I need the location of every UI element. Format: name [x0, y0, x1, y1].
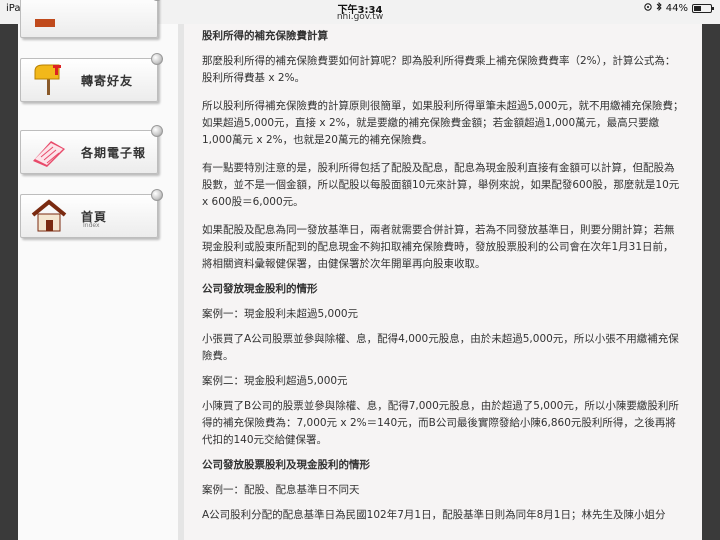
bluetooth-icon [656, 1, 662, 14]
sidebar-item-newsletters[interactable]: 各期電子報 [20, 125, 163, 174]
case-heading-3: 案例一：配股、配息基準日不同天 [202, 484, 360, 496]
newsletter-icon [29, 135, 69, 169]
status-right: 44% [644, 1, 714, 14]
subheading-stock-and-cash: 公司發放股票股利及現金股利的情形 [202, 459, 370, 471]
mailbox-icon [29, 63, 69, 97]
partial-icon [29, 0, 69, 33]
case-text-1: 小張買了A公司股票並參與除權、息，配得4,000元股息，由於未超過5,000元，… [202, 333, 679, 362]
case-heading-1: 案例一：現金股利未超過5,000元 [202, 308, 359, 320]
subheading-cash-dividend: 公司發放現金股利的情形 [202, 283, 318, 295]
section-title: 股利所得的補充保險費計算 [202, 30, 328, 42]
case-text-3: A公司股利分配的配息基準日為民國102年7月1日，配股基準日則為同年8月1日；林… [202, 509, 666, 521]
paragraph-1: 那麼股利所得的補充保險費要如何計算呢？即為股利所得費乘上補充保險費費率（2%），… [202, 55, 676, 84]
case-text-2: 小陳買了B公司的股票並參與除權、息，配得7,000元股息，由於超過了5,000元… [202, 400, 679, 446]
battery-icon [692, 3, 714, 13]
sidebar: 轉寄好友 各期電子報 首頁 Index [18, 0, 178, 540]
web-page: 轉寄好友 各期電子報 首頁 Index 股利所得的補充保險費計算 那麼股利所得的… [18, 0, 702, 540]
right-margin [702, 24, 720, 540]
home-icon [29, 199, 69, 233]
sidebar-item-top-partial[interactable] [20, 0, 163, 38]
location-icon [644, 2, 652, 14]
sidebar-item-sublabel: Index [83, 222, 100, 229]
paragraph-4: 如果配股及配息為同一發放基準日，兩者就需要合併計算，若為不同發放基準日，則要分開… [202, 224, 675, 270]
sidebar-item-label: 各期電子報 [81, 146, 147, 160]
battery-fill [694, 5, 702, 11]
sidebar-item-home[interactable]: 首頁 Index [20, 189, 163, 238]
paragraph-2: 所以股利所得補充保險費的計算原則很簡單，如果股利所得單筆未超過5,000元，就不… [202, 100, 684, 146]
pin-icon [151, 53, 163, 65]
paragraph-3: 有一點要特別注意的是，股利所得包括了配股及配息，配息為現金股利直接有金額可以計算… [202, 162, 680, 208]
battery-percent: 44% [665, 2, 688, 14]
sidebar-item-share-friend[interactable]: 轉寄好友 [20, 53, 163, 102]
sidebar-item-label: 轉寄好友 [81, 74, 134, 88]
article-content: 股利所得的補充保險費計算 那麼股利所得的補充保險費要如何計算呢？即為股利所得費乘… [184, 24, 702, 540]
pin-icon [151, 125, 163, 137]
pin-icon [151, 189, 163, 201]
case-heading-2: 案例二：現金股利超過5,000元 [202, 375, 348, 387]
